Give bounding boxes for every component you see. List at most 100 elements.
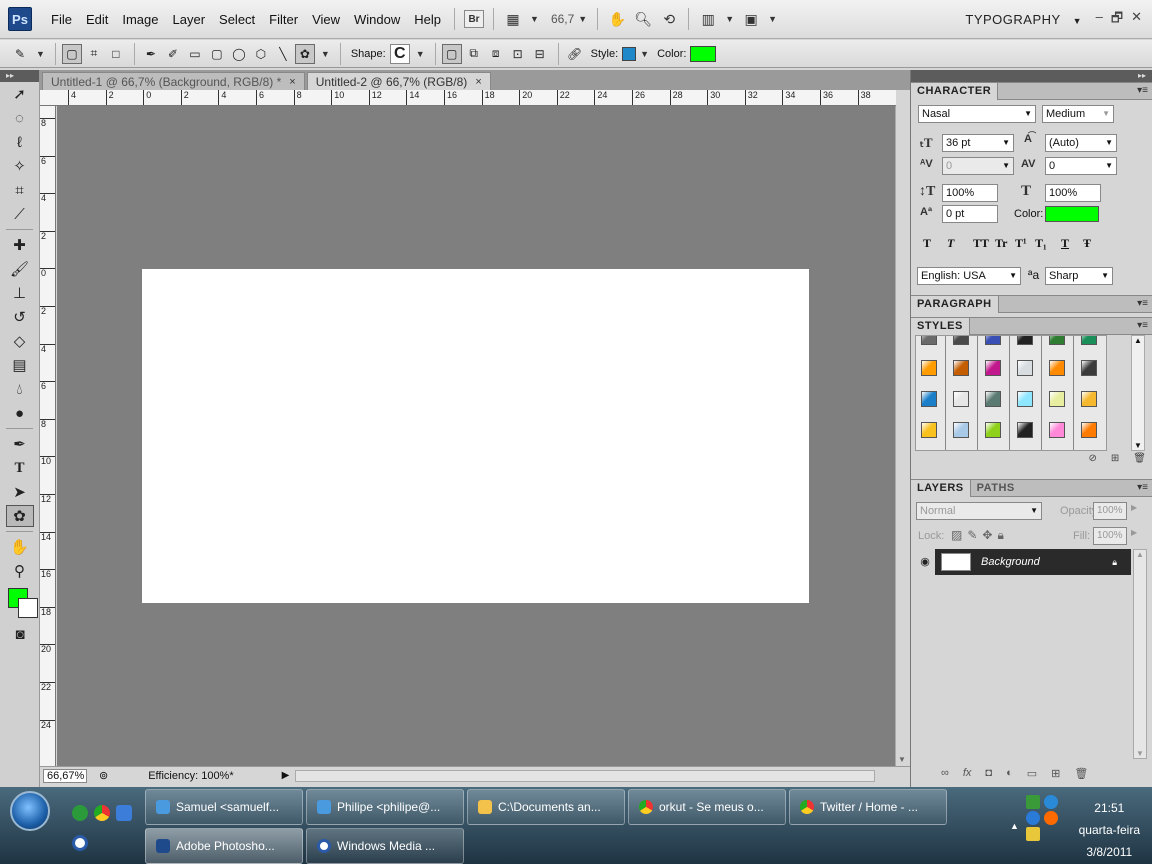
custom-shape-tool-icon[interactable]: ✿ bbox=[5, 505, 34, 527]
strikethrough-button[interactable]: Ŧ bbox=[1083, 236, 1103, 251]
font-family-select[interactable]: Nasal ▼ bbox=[918, 105, 1036, 123]
panel-menu-icon[interactable]: ▾≡ bbox=[1137, 85, 1148, 96]
small-caps-button[interactable]: Tr bbox=[995, 236, 1015, 251]
screen-mode-icon[interactable]: ▣ bbox=[740, 9, 762, 29]
zoom-field[interactable]: 66,67% bbox=[43, 768, 87, 783]
style-swatch[interactable] bbox=[948, 336, 974, 350]
style-swatch[interactable] bbox=[916, 417, 942, 443]
chevron-down-icon[interactable]: ▼ bbox=[36, 49, 45, 59]
style-swatch[interactable] bbox=[948, 355, 974, 381]
ellipse-icon[interactable]: ◯ bbox=[229, 44, 249, 64]
brush-tool-icon[interactable]: 🖌︎ bbox=[6, 258, 34, 280]
healing-brush-tool-icon[interactable]: ✚ bbox=[6, 234, 34, 256]
font-style-select[interactable]: Medium ▼ bbox=[1042, 105, 1114, 123]
pen-icon[interactable]: ✒ bbox=[141, 44, 161, 64]
magic-wand-tool-icon[interactable]: ✧ bbox=[6, 155, 34, 177]
history-brush-tool-icon[interactable]: ↺ bbox=[6, 306, 34, 328]
superscript-button[interactable]: T¹ bbox=[1015, 236, 1035, 251]
character-panel-header[interactable]: CHARACTER ▾≡ bbox=[911, 82, 1152, 100]
faux-italic-button[interactable]: T bbox=[947, 236, 973, 251]
lock-icons[interactable]: ▨✎✥🔒︎ bbox=[951, 528, 1009, 543]
layer-row-background[interactable]: ◉ Background 🔒︎ bbox=[915, 549, 1131, 575]
tray-messenger-icon[interactable] bbox=[1026, 811, 1040, 825]
layer-name[interactable]: Background bbox=[981, 556, 1040, 568]
style-swatch[interactable] bbox=[948, 386, 974, 412]
style-swatch[interactable] bbox=[916, 386, 942, 412]
gradient-tool-icon[interactable]: ▤ bbox=[6, 354, 34, 376]
add-to-shape-icon[interactable]: ⧉ bbox=[464, 44, 484, 64]
kerning-field[interactable]: 0 ▼ bbox=[942, 157, 1014, 175]
add-mask-icon[interactable]: ◘ bbox=[985, 767, 992, 780]
antialias-select[interactable]: Sharp ▼ bbox=[1045, 267, 1113, 285]
background-color-swatch[interactable] bbox=[18, 598, 38, 618]
text-color-swatch[interactable] bbox=[1045, 206, 1099, 222]
tray-avast-icon[interactable] bbox=[1044, 811, 1058, 825]
quick-mask-icon[interactable]: ◙ bbox=[6, 623, 34, 645]
eraser-tool-icon[interactable]: ◇ bbox=[6, 330, 34, 352]
subscript-button[interactable]: T₁ bbox=[1035, 236, 1061, 251]
style-swatch[interactable] bbox=[1012, 336, 1038, 350]
horizontal-scrollbar[interactable] bbox=[295, 769, 876, 782]
marquee-tool-icon[interactable]: ◌ bbox=[6, 107, 34, 129]
workspace-switcher[interactable]: TYPOGRAPHY ▼ bbox=[965, 12, 1082, 27]
scroll-down-icon[interactable]: ▼ bbox=[898, 755, 906, 764]
taskbar-item-media-player[interactable]: Windows Media ... bbox=[306, 828, 464, 864]
style-swatch[interactable] bbox=[1012, 355, 1038, 381]
taskbar-item-twitter[interactable]: Twitter / Home - ... bbox=[789, 789, 947, 825]
tool-preset-icon[interactable]: ✎ bbox=[10, 44, 30, 64]
freeform-pen-icon[interactable]: ✐ bbox=[163, 44, 183, 64]
new-layer-icon[interactable]: ⊞ bbox=[1051, 767, 1060, 780]
new-style-icon[interactable]: ⊞ bbox=[1111, 453, 1119, 464]
style-swatch[interactable] bbox=[980, 336, 1006, 350]
custom-shape-icon[interactable]: ✿ bbox=[294, 43, 315, 64]
chevron-down-icon[interactable]: ▼ bbox=[530, 14, 539, 24]
lasso-tool-icon[interactable]: ℓ bbox=[6, 131, 34, 153]
style-swatch[interactable] bbox=[1044, 386, 1070, 412]
style-swatch[interactable] bbox=[1012, 386, 1038, 412]
close-icon[interactable]: × bbox=[475, 76, 481, 88]
blend-mode-select[interactable]: Normal ▼ bbox=[916, 502, 1042, 520]
extras-icon[interactable]: ▦ bbox=[502, 9, 524, 29]
layers-scrollbar[interactable]: ▲ ▼ bbox=[1133, 549, 1147, 759]
vertical-scrollbar[interactable]: ▼ bbox=[895, 106, 909, 766]
tray-app-icon[interactable] bbox=[1044, 795, 1058, 809]
scroll-down-icon[interactable]: ▼ bbox=[1136, 749, 1144, 758]
taskbar-item-philipe[interactable]: Philipe <philipe@... bbox=[306, 789, 464, 825]
fill-pixels-icon[interactable]: □ bbox=[106, 44, 126, 64]
chevron-down-icon[interactable]: ▼ bbox=[725, 14, 734, 24]
chevron-right-icon[interactable]: ▶ bbox=[1131, 503, 1137, 512]
system-clock[interactable]: 21:51 quarta-feira 3/8/2011 bbox=[1079, 797, 1140, 863]
tray-volume-icon[interactable] bbox=[1026, 827, 1040, 841]
menu-image[interactable]: Image bbox=[115, 12, 165, 27]
utorrent-icon[interactable] bbox=[72, 805, 88, 821]
adjustment-layer-icon[interactable]: ◐ bbox=[1006, 767, 1013, 780]
chevron-down-icon[interactable]: ▼ bbox=[416, 49, 425, 59]
pasteboard[interactable] bbox=[57, 106, 895, 766]
tab-untitled-1[interactable]: Untitled-1 @ 66,7% (Background, RGB/8) *… bbox=[42, 72, 305, 90]
rounded-rectangle-icon[interactable]: ▢ bbox=[207, 44, 227, 64]
shape-preview-icon[interactable]: C bbox=[389, 43, 410, 64]
show-hidden-icons[interactable]: ▲ bbox=[1010, 821, 1019, 831]
blur-tool-icon[interactable]: 💧︎ bbox=[6, 378, 34, 400]
menu-edit[interactable]: Edit bbox=[79, 12, 115, 27]
chevron-right-icon[interactable]: ▶ bbox=[1131, 528, 1137, 537]
taskbar-item-photoshop[interactable]: Adobe Photosho... bbox=[145, 828, 303, 864]
style-swatch[interactable] bbox=[916, 336, 942, 350]
hand-tool-icon[interactable]: ✋ bbox=[606, 9, 628, 29]
tracking-field[interactable]: 0 ▼ bbox=[1045, 157, 1117, 175]
color-swatch[interactable] bbox=[690, 45, 717, 62]
tab-layers[interactable]: LAYERS bbox=[911, 479, 971, 497]
style-swatch[interactable] bbox=[916, 355, 942, 381]
underline-button[interactable]: T bbox=[1061, 236, 1083, 251]
style-swatch[interactable] bbox=[1076, 386, 1102, 412]
pen-tool-icon[interactable]: ✒ bbox=[6, 433, 34, 455]
style-swatch[interactable] bbox=[980, 417, 1006, 443]
bridge-button[interactable]: Br bbox=[463, 9, 485, 29]
opacity-field[interactable]: 100% bbox=[1093, 502, 1127, 520]
app-shortcut-icon[interactable] bbox=[116, 805, 132, 821]
scroll-up-icon[interactable]: ▲ bbox=[1136, 550, 1144, 559]
styles-scrollbar[interactable]: ▲ ▼ bbox=[1131, 335, 1145, 451]
dodge-tool-icon[interactable]: ● bbox=[6, 402, 34, 424]
zoom-tool-icon[interactable]: ⚲ bbox=[6, 560, 34, 582]
new-group-icon[interactable]: ▭ bbox=[1027, 767, 1037, 780]
